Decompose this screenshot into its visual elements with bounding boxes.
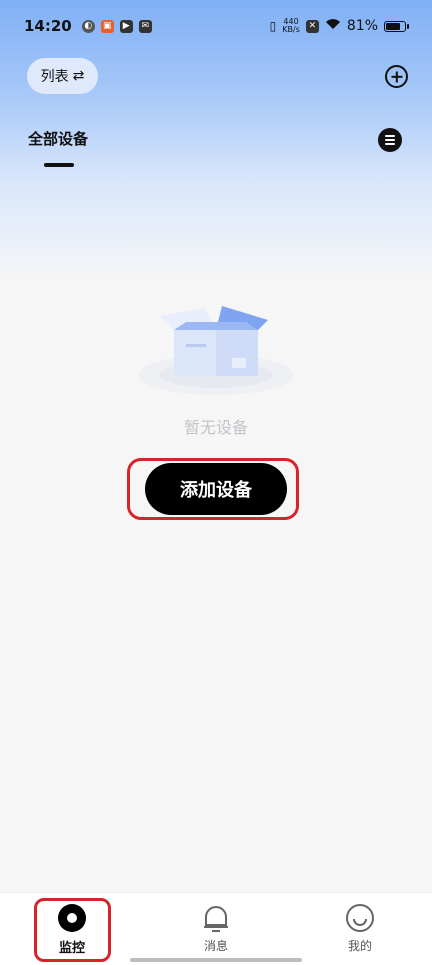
home-indicator (130, 958, 302, 962)
wifi-icon (325, 18, 341, 34)
battery-icon (384, 20, 409, 32)
nav-label-profile: 我的 (347, 939, 372, 953)
bottom-nav: 监控 消息 我的 (0, 892, 432, 965)
nav-label-monitor: 监控 (58, 941, 85, 956)
battery-level (386, 22, 400, 30)
status-left: 14:20 ◐ ▣ ▶ ✉ (24, 17, 152, 35)
swap-icon: ⇄ (72, 68, 85, 84)
empty-state-text: 暂无设备 (183, 418, 248, 437)
nav-label-messages: 消息 (203, 939, 228, 953)
nav-item-messages[interactable]: 消息 (144, 893, 288, 965)
nav-item-monitor[interactable]: 监控 (0, 893, 144, 965)
net-speed: 440 KB/s (282, 18, 300, 34)
app-notification-icon: ▣ (100, 19, 114, 33)
app-notification-icon: ◐ (81, 19, 95, 33)
view-toggle-button[interactable]: 列表 ⇄ (27, 58, 98, 94)
menu-icon[interactable] (378, 128, 402, 152)
camera-icon (57, 903, 87, 933)
empty-box-illustration (138, 306, 294, 395)
app-notification-icon: ✉ (138, 19, 152, 33)
vibrate-icon: ▯ (269, 19, 277, 33)
bell-icon (201, 903, 231, 933)
tab-indicator (44, 163, 74, 167)
battery-text: 81% (346, 18, 378, 34)
view-toggle-label: 列表 (40, 69, 69, 85)
tab-all-devices[interactable]: 全部设备 (28, 128, 88, 149)
add-device-button[interactable]: 添加设备 (145, 463, 287, 515)
smile-icon (345, 903, 375, 933)
status-right: ▯ 440 KB/s ✕ 81% (269, 18, 409, 34)
nav-item-profile[interactable]: 我的 (288, 893, 432, 965)
status-bar: 14:20 ◐ ▣ ▶ ✉ ▯ 440 KB/s ✕ 81% (0, 0, 432, 52)
add-icon[interactable] (385, 65, 408, 88)
net-speed-unit: KB/s (282, 25, 300, 34)
app-notification-icon: ▶ (119, 19, 133, 33)
status-time: 14:20 (24, 17, 72, 35)
sim-icon: ✕ (305, 19, 319, 33)
